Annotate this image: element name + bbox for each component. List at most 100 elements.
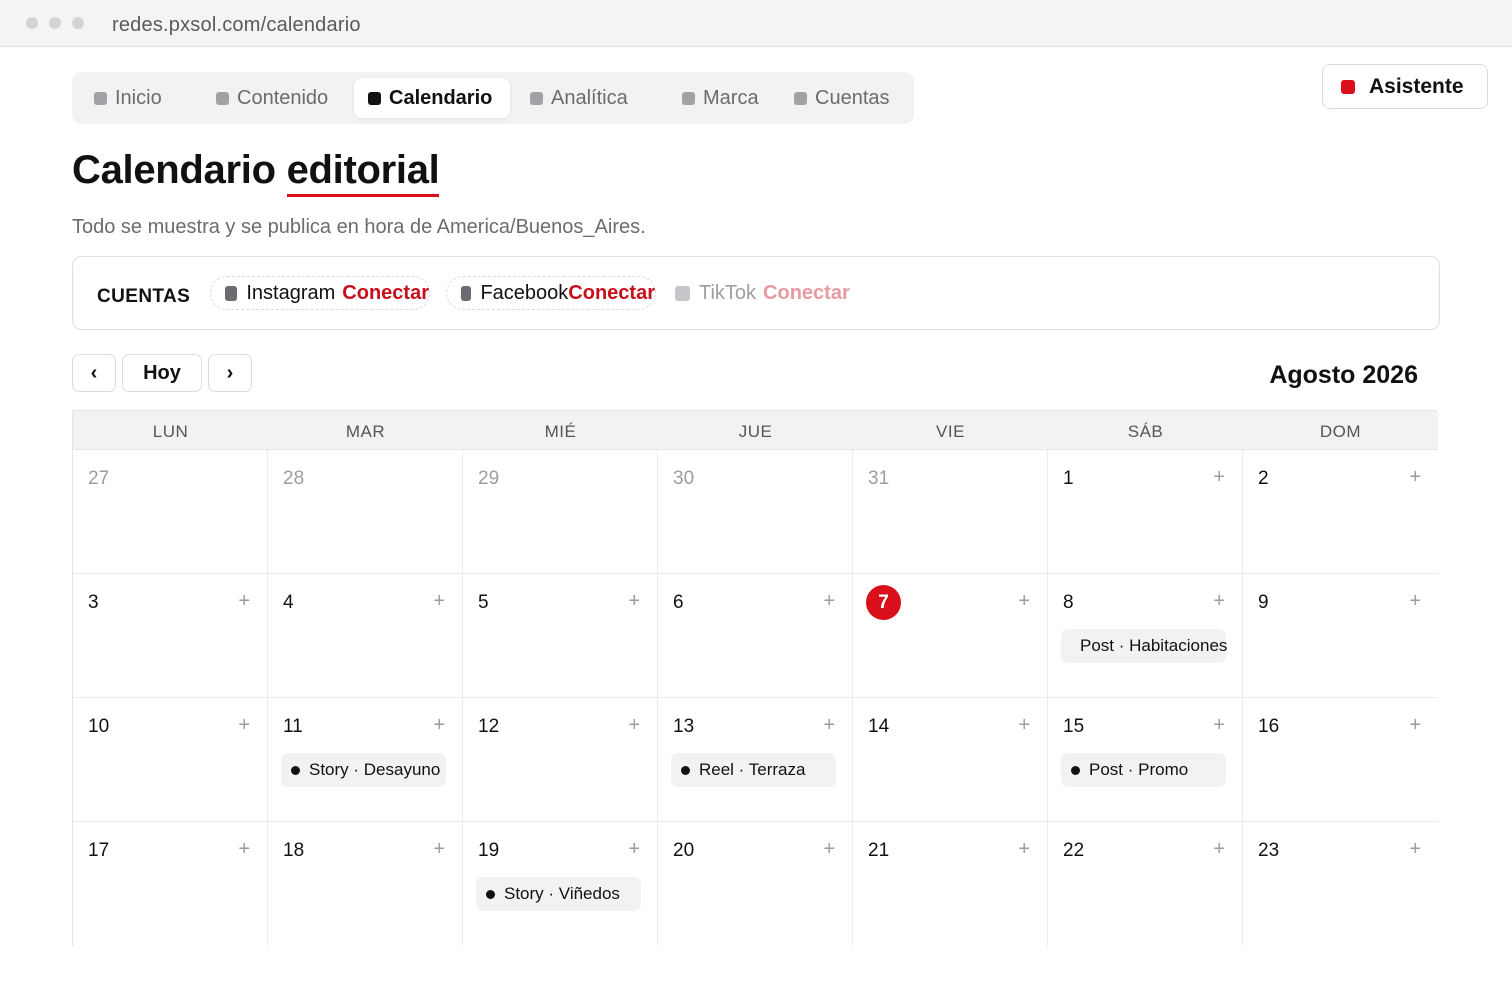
add-post-icon[interactable]: + (823, 715, 835, 735)
day-number: 18 (283, 840, 305, 861)
day-number: 4 (283, 592, 294, 613)
day-number: 20 (673, 840, 695, 861)
day-cell[interactable]: 28 (268, 450, 463, 574)
window-minimize-icon[interactable] (49, 17, 61, 29)
day-cell[interactable]: 6 + (658, 574, 853, 698)
day-cell[interactable]: 16 + (1243, 698, 1438, 822)
day-number: 19 (478, 840, 500, 861)
day-cell-today[interactable]: 7 + (853, 574, 1048, 698)
add-post-icon[interactable]: + (1213, 467, 1225, 487)
day-cell[interactable]: 9 + (1243, 574, 1438, 698)
add-post-icon[interactable]: + (238, 715, 250, 735)
account-chip-facebook: Facebook Conectar (446, 276, 656, 310)
tab-calendario[interactable]: Calendario (354, 78, 510, 118)
day-cell[interactable]: 31 (853, 450, 1048, 574)
day-cell[interactable]: 4 + (268, 574, 463, 698)
add-post-icon[interactable]: + (433, 715, 445, 735)
account-chip-tiktok: TikTok Conectar (661, 276, 861, 310)
connect-tiktok-button[interactable]: Conectar (763, 282, 850, 305)
scheduled-post[interactable]: Reel · Terraza (671, 753, 836, 787)
day-cell[interactable]: 1 + (1048, 450, 1243, 574)
add-post-icon[interactable]: + (1018, 591, 1030, 611)
day-cell[interactable]: 11 + Story · Desayuno (268, 698, 463, 822)
add-post-icon[interactable]: + (1409, 591, 1421, 611)
assistant-label: Asistente (1369, 74, 1464, 98)
add-post-icon[interactable]: + (1213, 839, 1225, 859)
weekday-dom: DOM (1319, 422, 1362, 441)
add-post-icon[interactable]: + (823, 591, 835, 611)
day-cell[interactable]: 3 + (73, 574, 268, 698)
add-post-icon[interactable]: + (628, 715, 640, 735)
connect-facebook-button[interactable]: Conectar (568, 282, 655, 305)
day-cell[interactable]: 23 + (1243, 822, 1438, 946)
day-cell[interactable]: 2 + (1243, 450, 1438, 574)
day-cell[interactable]: 20 + (658, 822, 853, 946)
tab-label: Contenido (237, 86, 329, 109)
tab-square-icon (530, 91, 543, 105)
tab-cuentas[interactable]: Cuentas (788, 78, 908, 118)
add-post-icon[interactable]: + (433, 839, 445, 859)
today-marker: 7 (866, 585, 901, 620)
add-post-icon[interactable]: + (1409, 715, 1421, 735)
tab-inicio[interactable]: Inicio (88, 78, 208, 118)
window-close-icon[interactable] (26, 17, 38, 29)
scheduled-post[interactable]: Post · Habitaciones (1061, 629, 1228, 663)
add-post-icon[interactable]: + (238, 839, 250, 859)
tab-square-icon (682, 91, 695, 105)
assistant-button[interactable]: Asistente (1322, 64, 1488, 109)
today-button[interactable]: Hoy (122, 354, 202, 392)
day-cell[interactable]: 30 (658, 450, 853, 574)
day-number: 22 (1063, 840, 1085, 861)
day-cell[interactable]: 18 + (268, 822, 463, 946)
window-zoom-icon[interactable] (72, 17, 84, 29)
prev-month-button[interactable]: ‹ (72, 354, 116, 392)
add-post-icon[interactable]: + (1409, 839, 1421, 859)
day-cell[interactable]: 8 + Post · Habitaciones (1048, 574, 1243, 698)
day-cell[interactable]: 21 + (853, 822, 1048, 946)
day-cell[interactable]: 10 + (73, 698, 268, 822)
assistant-icon (1341, 79, 1355, 94)
day-cell[interactable]: 19 + Story · Viñedos (463, 822, 658, 946)
day-cell[interactable]: 5 + (463, 574, 658, 698)
add-post-icon[interactable]: + (1213, 591, 1225, 611)
add-post-icon[interactable]: + (628, 839, 640, 859)
day-number: 10 (88, 716, 110, 737)
add-post-icon[interactable]: + (238, 591, 250, 611)
instagram-icon (225, 285, 238, 301)
day-cell[interactable]: 12 + (463, 698, 658, 822)
address-bar[interactable]: redes.pxsol.com/calendario (112, 14, 361, 37)
bullet-icon (291, 765, 300, 775)
day-cell[interactable]: 29 (463, 450, 658, 574)
scheduled-post[interactable]: Story · Desayuno (281, 753, 446, 787)
scheduled-post[interactable]: Post · Promo (1061, 753, 1226, 787)
next-month-button[interactable]: › (208, 354, 252, 392)
day-cell[interactable]: 13 + Reel · Terraza (658, 698, 853, 822)
bullet-icon (681, 765, 690, 775)
tab-contenido[interactable]: Contenido (210, 78, 350, 118)
day-cell[interactable]: 17 + (73, 822, 268, 946)
weekday-mie: MIÉ (544, 422, 577, 441)
connect-instagram-button[interactable]: Conectar (342, 282, 429, 305)
event-label: Reel · Terraza (699, 760, 806, 779)
tab-marca[interactable]: Marca (676, 78, 776, 118)
day-number: 29 (478, 468, 500, 489)
day-cell[interactable]: 27 (73, 450, 268, 574)
add-post-icon[interactable]: + (1018, 715, 1030, 735)
tab-analitica[interactable]: Analítica (524, 78, 664, 118)
timezone-note: Todo se muestra y se publica en hora de … (72, 216, 646, 238)
account-name: Facebook (480, 281, 569, 304)
day-cell[interactable]: 22 + (1048, 822, 1243, 946)
day-cell[interactable]: 15 + Post · Promo (1048, 698, 1243, 822)
scheduled-post[interactable]: Story · Viñedos (476, 877, 641, 911)
browser-toolbar: redes.pxsol.com/calendario (0, 0, 1512, 47)
add-post-icon[interactable]: + (1018, 839, 1030, 859)
page-title-part1: Calendario (72, 148, 276, 192)
add-post-icon[interactable]: + (628, 591, 640, 611)
day-cell[interactable]: 14 + (853, 698, 1048, 822)
event-label: Post · Habitaciones (1080, 636, 1228, 655)
add-post-icon[interactable]: + (1409, 467, 1421, 487)
add-post-icon[interactable]: + (433, 591, 445, 611)
add-post-icon[interactable]: + (823, 839, 835, 859)
add-post-icon[interactable]: + (1213, 715, 1225, 735)
day-number: 3 (88, 592, 99, 613)
